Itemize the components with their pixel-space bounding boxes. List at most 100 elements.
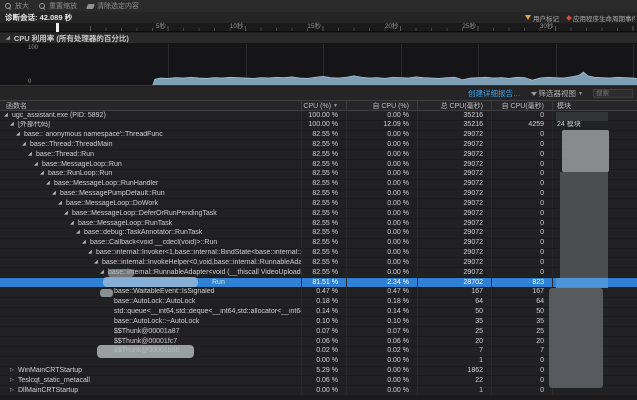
column-header-self-cpu-ms[interactable]: 自 CPU(毫秒) [492, 101, 553, 110]
table-row[interactable]: ◢base::debug::TaskAnnotator::RunTask82.5… [0, 229, 637, 239]
cell-self-ms: 7 [492, 347, 553, 356]
cell-module [553, 150, 637, 159]
column-header-self-cpu-pct[interactable]: 自 CPU (%) [347, 101, 418, 110]
cell-total-ms: 29072 [418, 190, 492, 199]
table-row[interactable]: ◢base::internal::InvokeHelper<0,void,bas… [0, 258, 637, 268]
cell-module [553, 268, 637, 277]
expanded-icon[interactable]: ◢ [52, 190, 60, 199]
table-row[interactable]: ◢base::MessageLoop::Run82.55 %0.00 %2907… [0, 160, 637, 170]
expanded-icon[interactable]: ◢ [64, 209, 72, 218]
table-row[interactable]: ◢base::Thread::ThreadMain82.55 %0.00 %29… [0, 140, 637, 150]
collapsed-icon[interactable]: ▷ [10, 367, 18, 376]
table-row[interactable]: ◢base::MessagePumpDefault::Run82.55 %0.0… [0, 190, 637, 200]
expanded-icon[interactable]: ◢ [34, 160, 42, 169]
column-header-total-cpu-pct[interactable]: 总 CPU (%)▼ [302, 101, 347, 110]
expanded-icon[interactable]: ◢ [22, 140, 30, 149]
expanded-icon[interactable]: ◢ [10, 121, 18, 130]
table-row[interactable]: base::WaitableEvent::IsSignaled0.47 %0.4… [0, 288, 637, 298]
table-row[interactable]: ◢base::`anonymous namespace'::ThreadFunc… [0, 131, 637, 141]
cell-total-ms: 29072 [418, 131, 492, 140]
cell-self-ms: 0 [492, 111, 553, 120]
create-detailed-report-link[interactable]: 创建详细报告… [468, 88, 521, 99]
cell-module [553, 367, 637, 376]
table-row[interactable]: ◢base::Callback<void __cdecl(void)>::Run… [0, 239, 637, 249]
table-row[interactable]: ◢base::MessageLoop::DeferOrRunPendingTas… [0, 209, 637, 219]
ruler-tick-label: 15秒 [307, 23, 323, 30]
table-row[interactable]: ◢base::MessageLoop::DoWork82.55 %0.00 %2… [0, 199, 637, 209]
expanded-icon[interactable]: ◢ [58, 199, 66, 208]
cell-total-pct: 82.55 % [302, 209, 347, 218]
reset-zoom-button[interactable]: 重置缩放 [39, 0, 77, 12]
table-row[interactable]: ◢base::Thread::Run82.55 %0.00 %290720 [0, 150, 637, 160]
cell-total-pct: 82.55 % [302, 239, 347, 248]
table-row[interactable]: ▷DllMainCRTStartup0.00 %0.00 %10 [0, 386, 637, 396]
cell-self-ms: 50 [492, 308, 553, 317]
table-row[interactable]: $$Thunk@00001fc70.06 %0.06 %2020 [0, 337, 637, 347]
expanded-icon[interactable]: ◢ [46, 180, 54, 189]
table-row[interactable]: ▷Teslcqt_static_metacall0.06 %0.00 %220 [0, 376, 637, 386]
cell-total-pct: 82.55 % [302, 160, 347, 169]
function-name: std::queue<__int64,std::deque<__int64,st… [114, 308, 302, 317]
cell-total-pct: 0.06 % [302, 376, 347, 385]
filter-dropdown[interactable]: 筛选器视图 ▼ [531, 88, 583, 99]
expanded-icon[interactable]: ◢ [94, 258, 102, 267]
cpu-utilization-chart[interactable]: 100 0 [0, 44, 637, 86]
column-header-function[interactable]: 函数名 [0, 101, 302, 110]
cell-module [553, 386, 637, 395]
expanded-icon[interactable]: ◢ [76, 229, 84, 238]
cell-module [553, 308, 637, 317]
cell-total-pct: 82.55 % [302, 131, 347, 140]
cell-total-pct: 82.55 % [302, 180, 347, 189]
table-row[interactable]: ▷WinMainCRTStartup5.29 %0.00 %18620 [0, 367, 637, 377]
collapsed-icon[interactable]: ▷ [10, 376, 18, 385]
table-row[interactable]: $$Thunk@00001b5b0.02 %0.02 %77 [0, 347, 637, 357]
expanded-icon[interactable]: ◢ [4, 111, 12, 120]
table-row[interactable]: $$Thunk@00001a870.07 %0.07 %2525 [0, 327, 637, 337]
zoom-in-button[interactable]: 放大 [5, 0, 29, 12]
search-input[interactable] [593, 89, 633, 98]
ruler-tick-label: 20秒 [385, 23, 401, 30]
cell-total-pct: 82.55 % [302, 190, 347, 199]
collapsed-icon[interactable]: ▷ [106, 278, 114, 287]
table-row[interactable]: ◢base::RunLoop::Run82.55 %0.00 %290720 [0, 170, 637, 180]
cell-module [553, 337, 637, 346]
table-row[interactable]: base::AutoLock::~AutoLock0.10 %0.10 %353… [0, 317, 637, 327]
expanded-icon[interactable]: ◢ [70, 219, 78, 228]
column-header-module[interactable]: 模块 [553, 101, 637, 110]
collapsed-icon[interactable]: ▷ [10, 386, 18, 395]
cell-total-ms: 167 [418, 288, 492, 297]
table-row[interactable]: ▷Run81.51 %2.34 %28702823 [0, 278, 637, 288]
table-row[interactable]: base::AutoLock::AutoLock0.18 %0.18 %6464 [0, 298, 637, 308]
expanded-icon[interactable]: ◢ [40, 170, 48, 179]
expanded-icon[interactable]: ◢ [16, 131, 24, 140]
expanded-icon[interactable]: ◢ [28, 150, 36, 159]
cell-total-pct: 82.55 % [302, 229, 347, 238]
table-row[interactable]: 0.00 %0.00 %10 [0, 357, 637, 367]
function-name: base::MessagePumpDefault::Run [60, 190, 165, 199]
table-row[interactable]: ◢base::MessageLoop::RunHandler82.55 %0.0… [0, 180, 637, 190]
table-row[interactable]: ◢base::internal::Invoker<1,base::interna… [0, 249, 637, 259]
cell-self-ms: 0 [492, 131, 553, 140]
expanded-icon[interactable]: ◢ [100, 268, 108, 277]
timeline-ruler[interactable]: 5秒10秒15秒20秒25秒30秒 [0, 23, 637, 32]
table-row[interactable]: std::queue<__int64,std::deque<__int64,st… [0, 308, 637, 318]
cell-total-pct: 82.55 % [302, 199, 347, 208]
magnifier-icon [39, 3, 46, 10]
table-row[interactable]: ◢ugc_assistant.exe (PID: 5892)100.00 %0.… [0, 111, 637, 121]
table-row[interactable]: ◢base::internal::RunnableAdapter<void (_… [0, 268, 637, 278]
cell-self-pct: 0.00 % [347, 386, 418, 395]
expanded-icon[interactable]: ◢ [82, 239, 90, 248]
cell-total-pct: 5.29 % [302, 367, 347, 376]
expanded-icon[interactable]: ◢ [88, 249, 96, 258]
playhead-marker[interactable] [56, 23, 59, 32]
cpu-section-header[interactable]: ◢ CPU 利用率 (所有处理器的百分比) [0, 33, 637, 44]
cell-self-ms: 4259 [492, 121, 553, 130]
section-expander-icon[interactable]: ◢ [6, 35, 10, 41]
column-header-total-cpu-ms[interactable]: 总 CPU(毫秒) [418, 101, 492, 110]
table-row[interactable]: ◢base::MessageLoop::RunTask82.55 %0.00 %… [0, 219, 637, 229]
table-row[interactable]: ◢[外部代码]100.00 %12.09 %35216425924 模块 [0, 121, 637, 131]
cell-total-ms: 28702 [418, 278, 492, 287]
bottom-strip [0, 396, 637, 400]
clear-selection-button[interactable]: 清除选定内容 [87, 0, 139, 12]
eraser-icon [86, 4, 95, 9]
